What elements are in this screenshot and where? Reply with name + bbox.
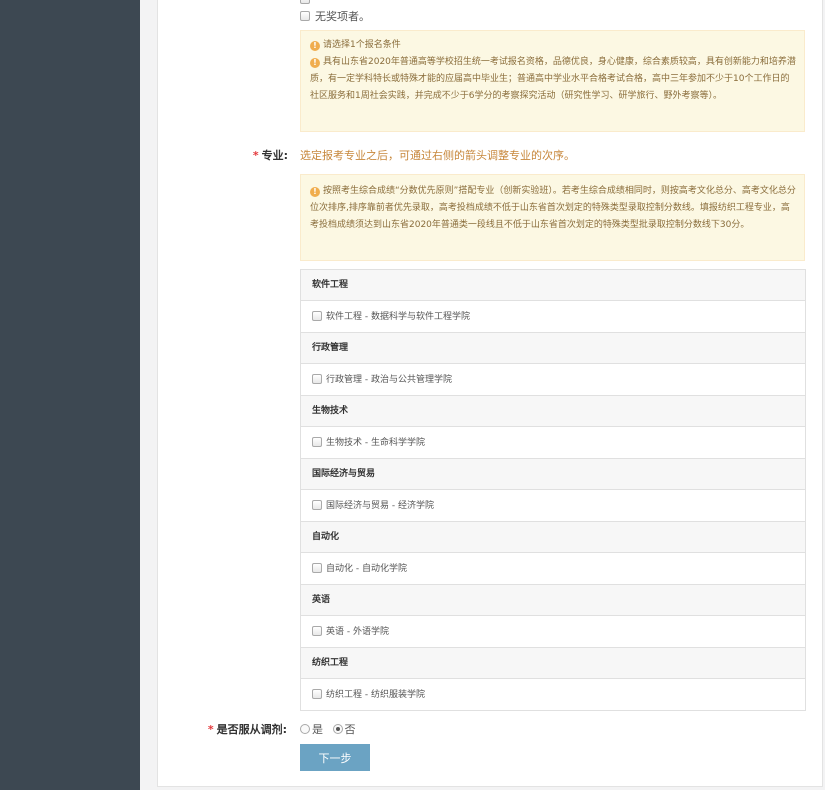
major-group-header: 英语 — [301, 585, 805, 616]
major-checkbox[interactable] — [312, 310, 322, 321]
condition-tip-body: 具有山东省2020年普通高等学校招生统一考试报名资格，品德优良，身心健康，综合素… — [310, 57, 796, 101]
adjust-label: * 是否服从调剂: — [207, 723, 287, 736]
condition-tip-title-row: ! 请选择1个报名条件 — [310, 37, 796, 54]
major-option-label: 行政管理 - 政治与公共管理学院 — [326, 375, 452, 385]
adjust-no-label[interactable]: 否 — [345, 723, 356, 736]
major-option[interactable]: 自动化 - 自动化学院 — [301, 553, 805, 585]
major-option-label: 英语 - 外语学院 — [326, 627, 389, 637]
major-group-header: 自动化 — [301, 522, 805, 553]
major-option[interactable]: 软件工程 - 数据科学与软件工程学院 — [301, 301, 805, 333]
major-group-header: 纺织工程 — [301, 648, 805, 679]
no-award-label: 无奖项者。 — [315, 10, 370, 23]
major-hint: 选定报考专业之后，可通过右侧的箭头调整专业的次序。 — [300, 149, 575, 162]
major-checkbox[interactable] — [312, 436, 322, 447]
major-group-header: 软件工程 — [301, 270, 805, 301]
major-option[interactable]: 纺织工程 - 纺织服装学院 — [301, 679, 805, 711]
sidebar — [0, 0, 140, 790]
adjust-radio-group: 是 否 — [300, 721, 356, 737]
info-icon: ! — [310, 187, 320, 197]
major-checkbox[interactable] — [312, 562, 322, 573]
no-award-option[interactable]: 无奖项者。 — [300, 10, 370, 24]
adjust-no-radio[interactable] — [332, 724, 343, 734]
major-option-label: 软件工程 - 数据科学与软件工程学院 — [326, 312, 470, 322]
next-step-button[interactable]: 下一步 — [300, 744, 370, 771]
major-option-label: 国际经济与贸易 - 经济学院 — [326, 501, 434, 511]
major-option-label: 生物技术 - 生命科学学院 — [326, 438, 425, 448]
major-checkbox[interactable] — [312, 625, 322, 636]
major-option[interactable]: 国际经济与贸易 - 经济学院 — [301, 490, 805, 522]
major-checkbox[interactable] — [312, 688, 322, 699]
major-tip: ! 按照考生综合成绩“分数优先原则”搭配专业（创新实验班）。若考生综合成绩相同时，… — [300, 174, 805, 261]
adjust-yes-radio[interactable] — [300, 724, 310, 734]
condition-tip-title: 请选择1个报名条件 — [323, 40, 401, 50]
adjust-yes-label[interactable]: 是 — [312, 723, 323, 736]
major-label: * 专业: — [252, 149, 288, 162]
award-checkbox-partial[interactable] — [300, 0, 310, 4]
major-option[interactable]: 生物技术 - 生命科学学院 — [301, 427, 805, 459]
no-award-checkbox[interactable] — [300, 11, 310, 21]
condition-tip-body-row: ! 具有山东省2020年普通高等学校招生统一考试报名资格，品德优良，身心健康，综合… — [310, 54, 796, 105]
major-option-label: 自动化 - 自动化学院 — [326, 564, 407, 574]
major-table: 软件工程 软件工程 - 数据科学与软件工程学院 行政管理 行政管理 - 政治与公… — [300, 269, 806, 711]
major-checkbox[interactable] — [312, 373, 322, 384]
major-tip-text: 按照考生综合成绩“分数优先原则”搭配专业（创新实验班）。若考生综合成绩相同时，则… — [310, 186, 796, 230]
major-group-header: 国际经济与贸易 — [301, 459, 805, 490]
info-icon: ! — [310, 41, 320, 51]
required-mark: * — [207, 723, 214, 736]
major-group-header: 行政管理 — [301, 333, 805, 364]
major-option-label: 纺织工程 - 纺织服装学院 — [326, 690, 425, 700]
major-group-header: 生物技术 — [301, 396, 805, 427]
info-icon: ! — [310, 58, 320, 68]
major-option[interactable]: 英语 - 外语学院 — [301, 616, 805, 648]
required-mark: * — [252, 149, 259, 162]
major-checkbox[interactable] — [312, 499, 322, 510]
major-option[interactable]: 行政管理 - 政治与公共管理学院 — [301, 364, 805, 396]
condition-tip: ! 请选择1个报名条件 ! 具有山东省2020年普通高等学校招生统一考试报名资格，品… — [300, 30, 805, 132]
